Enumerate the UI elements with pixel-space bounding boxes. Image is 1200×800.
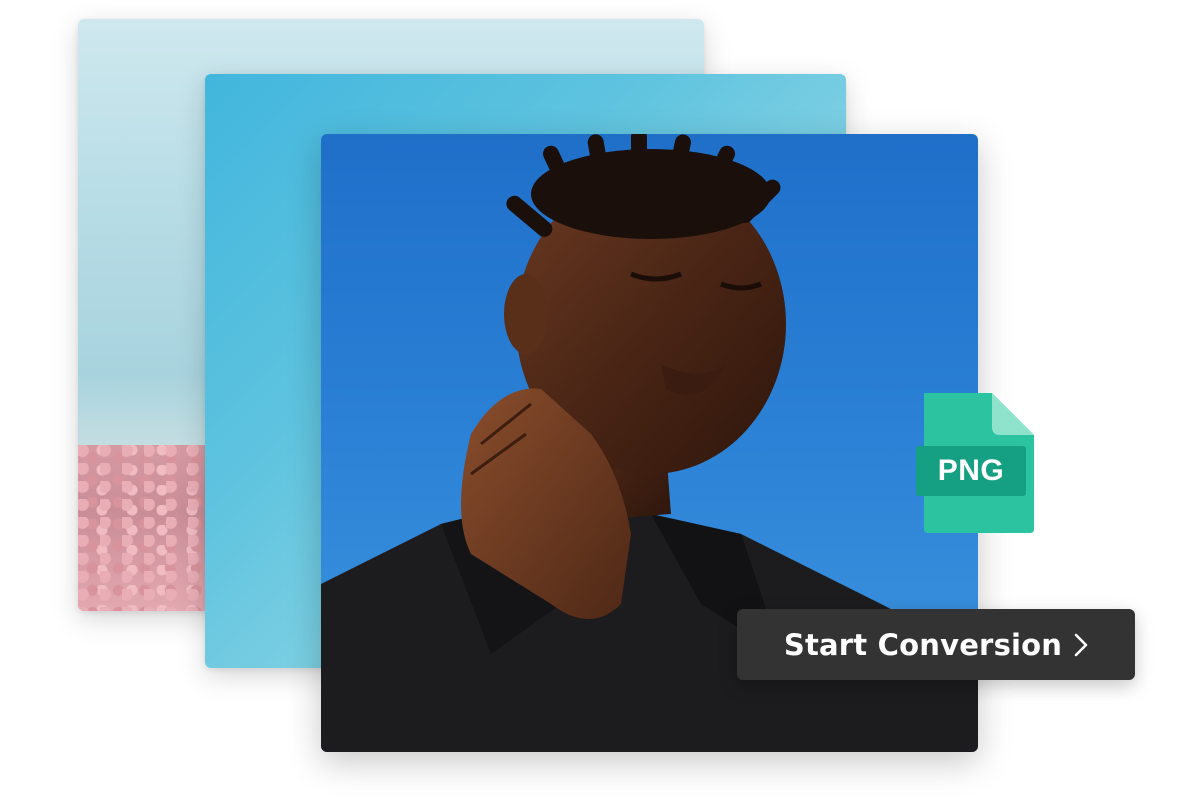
chevron-right-icon: [1074, 633, 1088, 656]
png-file-badge: PNG: [916, 393, 1034, 533]
file-format-label: PNG: [937, 454, 1005, 487]
start-conversion-label: Start Conversion: [783, 627, 1063, 662]
start-conversion-button[interactable]: Start Conversion: [737, 609, 1135, 680]
